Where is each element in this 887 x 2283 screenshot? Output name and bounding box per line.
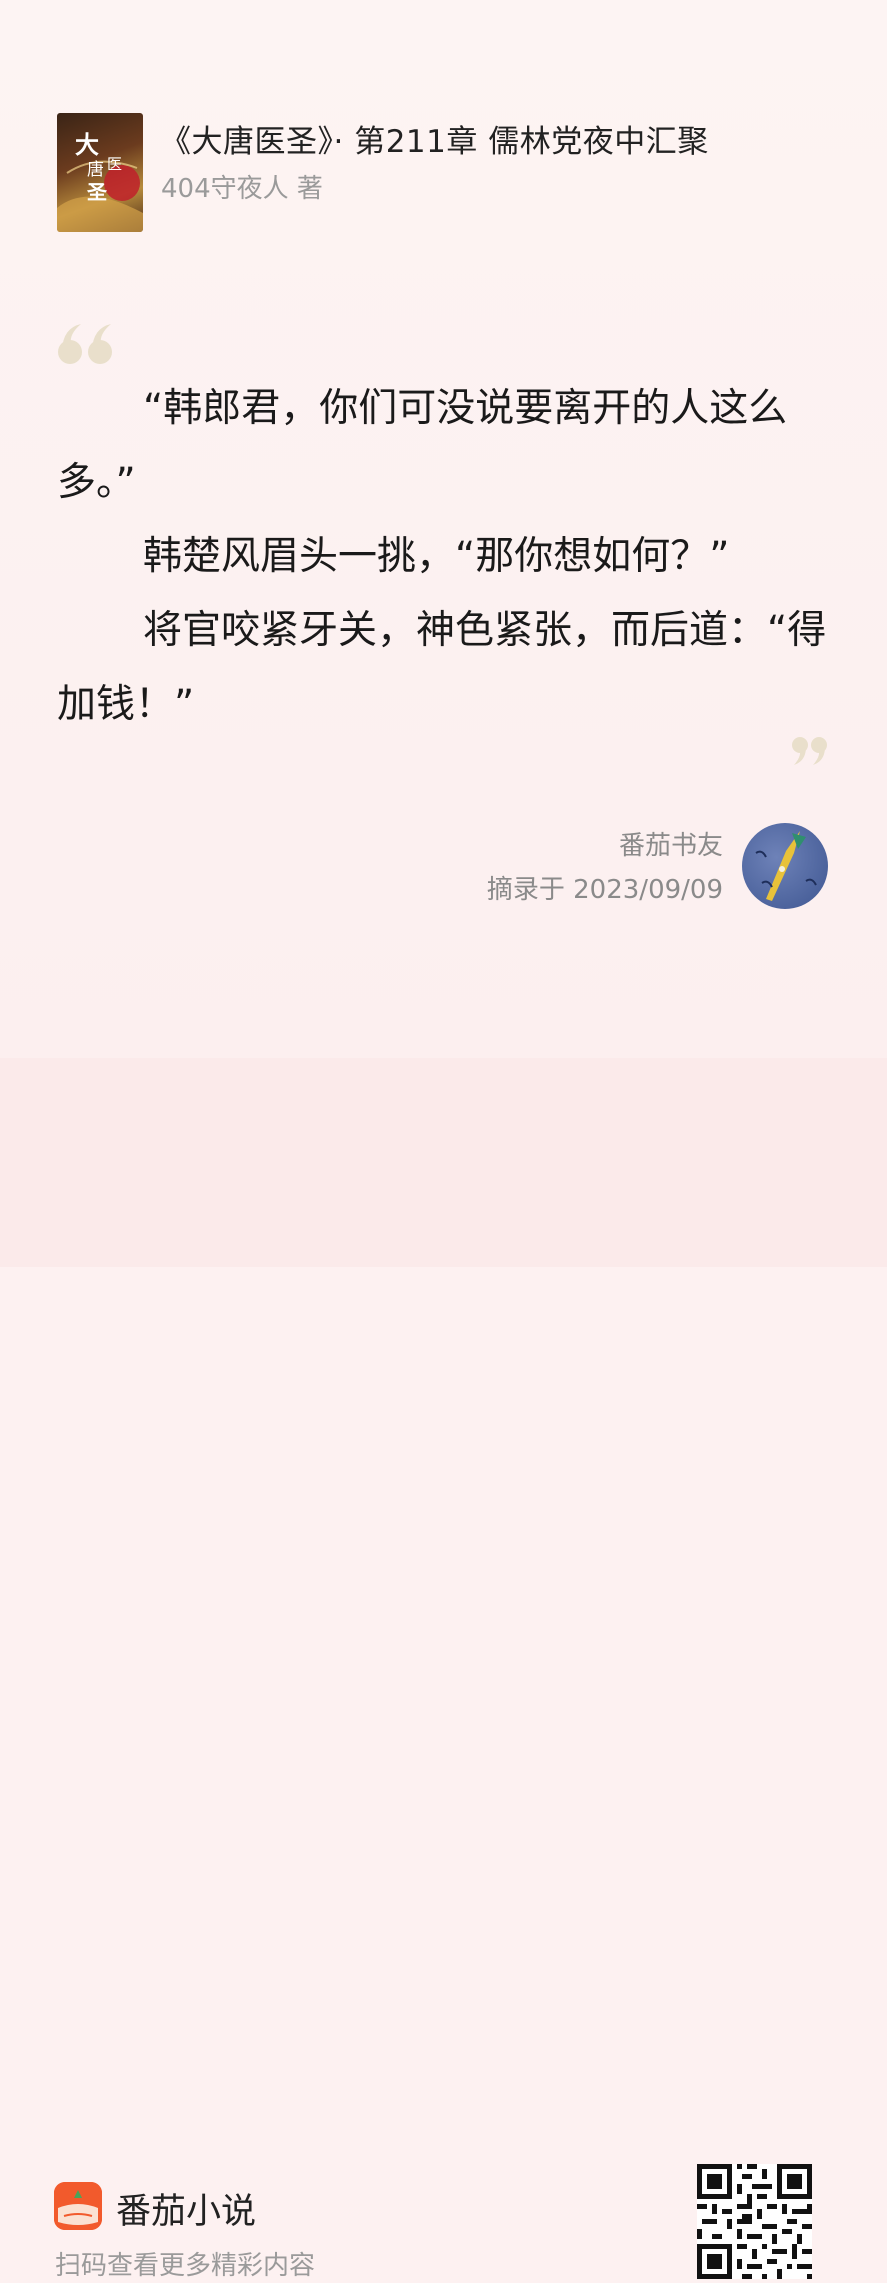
excerpt-paragraph: 将官咬紧牙关，神色紧张，而后道：“得加钱！”: [57, 608, 827, 727]
qr-code-icon[interactable]: [697, 2164, 812, 2279]
book-chapter-title[interactable]: 《大唐医圣》· 第211章 儒林党夜中汇聚: [160, 116, 860, 161]
tomato-app-logo-icon: [54, 2182, 102, 2230]
excerpt-card: 大 唐 医 圣 《大唐医圣》· 第211章 儒林党夜中汇聚 404守夜人 著 “…: [0, 0, 887, 1058]
book-author: 404守夜人 著: [161, 174, 323, 204]
svg-text:唐: 唐: [87, 159, 104, 180]
excerpt-text: “韩郎君，你们可没说要离开的人这么多。” 韩楚风眉头一挑，“那你想如何？” 将官…: [57, 372, 837, 742]
open-quote-icon: [57, 322, 115, 370]
app-slogan: 扫码查看更多精彩内容: [55, 2251, 316, 2281]
book-cover-image[interactable]: 大 唐 医 圣: [57, 113, 143, 232]
excerpt-date: 摘录于 2023/09/09: [486, 875, 723, 905]
app-name: 番茄小说: [116, 2192, 257, 2232]
sharer-name: 番茄书友: [618, 831, 723, 861]
avatar[interactable]: [742, 823, 828, 909]
close-quote-icon: [791, 737, 829, 771]
excerpt-paragraph: 韩楚风眉头一挑，“那你想如何？”: [143, 534, 730, 579]
footer: 番茄小说 扫码查看更多精彩内容: [0, 1058, 887, 2281]
svg-text:圣: 圣: [87, 180, 108, 204]
svg-text:大: 大: [75, 130, 99, 159]
svg-text:医: 医: [107, 155, 122, 173]
excerpt-paragraph: “韩郎君，你们可没说要离开的人这么多。”: [57, 386, 788, 505]
